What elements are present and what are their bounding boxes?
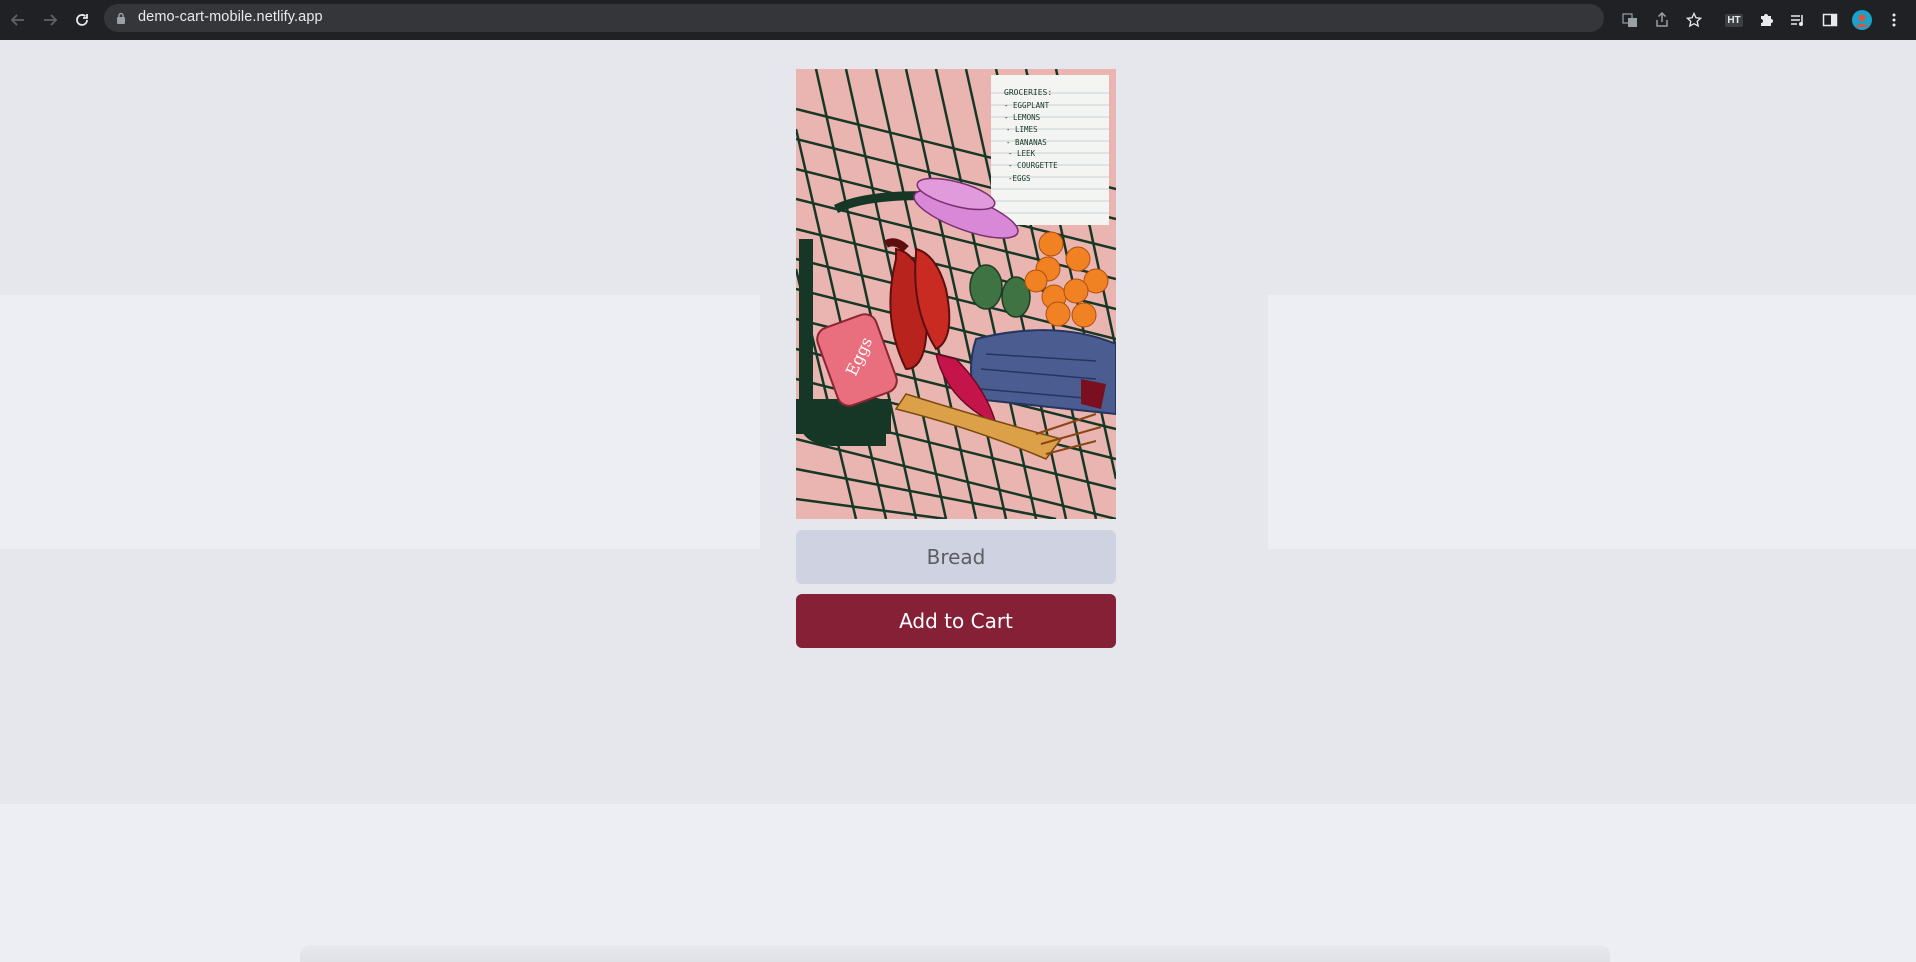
right-panel-band bbox=[1268, 295, 1916, 549]
extension-ht-icon: HT bbox=[1725, 13, 1743, 27]
page-viewport: GROCERIES: - EGGPLANT - LEMONS - LIMES -… bbox=[0, 40, 1916, 962]
side-panel-button[interactable] bbox=[1816, 6, 1844, 34]
extensions-button[interactable] bbox=[1752, 6, 1780, 34]
grocery-item: - LIMES bbox=[1006, 125, 1038, 134]
bottom-overlay-edge bbox=[300, 945, 1610, 962]
media-queue-icon bbox=[1791, 15, 1803, 26]
add-to-cart-button[interactable]: Add to Cart bbox=[796, 594, 1116, 648]
product-image: GROCERIES: - EGGPLANT - LEMONS - LIMES -… bbox=[796, 69, 1116, 519]
translate-button[interactable] bbox=[1616, 6, 1644, 34]
puzzle-icon bbox=[1761, 14, 1773, 26]
extension-ht-button[interactable]: HT bbox=[1720, 6, 1748, 34]
arrow-right-icon bbox=[44, 14, 58, 26]
forward-button[interactable] bbox=[36, 6, 64, 34]
side-panel-icon bbox=[1822, 13, 1838, 27]
chrome-menu-button[interactable] bbox=[1880, 6, 1908, 34]
browser-toolbar: demo-cart-mobile.netlify.app HT bbox=[0, 0, 1916, 40]
reload-button[interactable] bbox=[68, 6, 96, 34]
product-name-field: Bread bbox=[796, 530, 1116, 584]
grocery-item: - COURGETTE bbox=[1008, 161, 1058, 170]
translate-icon bbox=[1622, 13, 1637, 27]
grocery-list-title: GROCERIES: bbox=[1004, 88, 1052, 97]
avatar bbox=[1852, 10, 1872, 30]
media-controls-button[interactable] bbox=[1784, 6, 1812, 34]
lock-icon bbox=[117, 12, 125, 24]
url-text: demo-cart-mobile.netlify.app bbox=[138, 9, 323, 25]
share-icon bbox=[1656, 12, 1668, 27]
reload-icon bbox=[76, 14, 88, 26]
profile-button[interactable] bbox=[1848, 6, 1876, 34]
bookmark-button[interactable] bbox=[1680, 6, 1708, 34]
arrow-left-icon bbox=[10, 14, 24, 26]
footer-band bbox=[0, 804, 1916, 962]
grocery-item: - EGGPLANT bbox=[1004, 101, 1050, 110]
grocery-item: - LEEK bbox=[1008, 149, 1036, 158]
share-button[interactable] bbox=[1648, 6, 1676, 34]
star-icon bbox=[1686, 12, 1702, 28]
grocery-item: - BANANAS bbox=[1006, 138, 1047, 147]
grocery-item: -EGGS bbox=[1008, 174, 1031, 183]
address-bar[interactable]: demo-cart-mobile.netlify.app bbox=[104, 4, 1604, 32]
back-button[interactable] bbox=[4, 6, 32, 34]
grocery-item: - LEMONS bbox=[1004, 113, 1041, 122]
left-panel-band bbox=[0, 295, 760, 549]
shopping-cart-illustration: GROCERIES: - EGGPLANT - LEMONS - LIMES -… bbox=[796, 69, 1116, 519]
more-vert-icon bbox=[1892, 13, 1896, 27]
